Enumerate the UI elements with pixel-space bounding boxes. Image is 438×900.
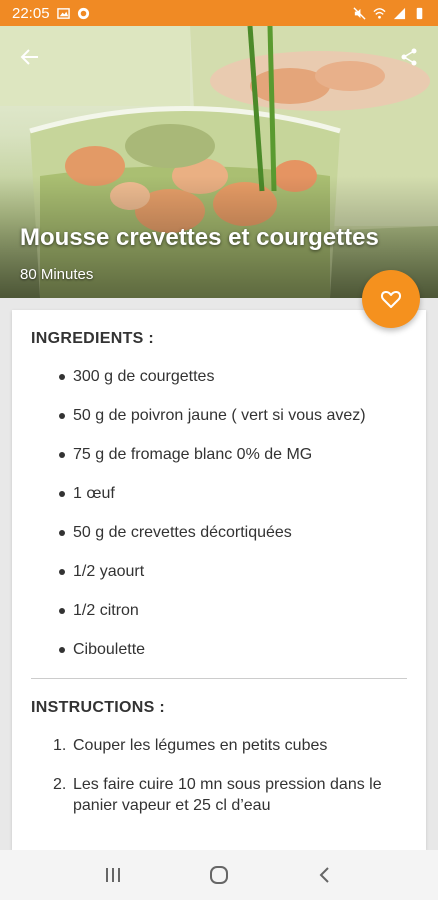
instructions-list: 1. Couper les légumes en petits cubes 2.… [31,735,407,816]
chevron-left-icon [319,867,329,883]
ingredients-list: 300 g de courgettes 50 g de poivron jaun… [31,366,407,660]
ingredient-item: 300 g de courgettes [31,366,407,387]
step-number: 2. [53,776,67,793]
recents-icon [106,868,120,882]
share-button[interactable] [392,40,426,74]
back-button[interactable] [13,40,47,74]
heart-outline-icon [380,290,402,308]
ingredient-item: 50 g de poivron jaune ( vert si vous ave… [31,405,407,426]
ingredient-item: 1 œuf [31,483,407,504]
home-icon [210,866,228,884]
status-bar: 22:05 [0,0,438,26]
ingredients-heading: INGREDIENTS : [31,330,155,347]
section-divider [31,678,407,679]
ingredient-item: 50 g de crevettes décortiquées [31,522,407,543]
arrow-back-icon [20,49,38,65]
favorite-button[interactable] [362,270,420,328]
signal-icon [393,7,406,20]
status-time: 22:05 [12,4,50,22]
app-notification-icon [77,7,90,20]
share-icon [401,48,417,66]
nav-home-button[interactable] [199,855,239,895]
nav-back-button[interactable] [305,855,345,895]
instruction-step: 1. Couper les légumes en petits cubes [31,735,407,756]
ingredient-item: Ciboulette [31,639,407,660]
mute-icon [353,6,366,20]
recipe-hero: Mousse crevettes et courgettes 80 Minute… [0,26,438,298]
step-number: 1. [53,737,67,754]
wifi-icon [373,7,386,20]
recipe-duration: 80 Minutes [20,266,94,283]
recipe-title: Mousse crevettes et courgettes [20,224,379,251]
system-nav-bar [0,850,438,900]
recipe-card: INGREDIENTS : 300 g de courgettes 50 g d… [12,310,426,850]
ingredient-item: 75 g de fromage blanc 0% de MG [31,444,407,465]
ingredient-item: 1/2 yaourt [31,561,407,582]
nav-recents-button[interactable] [93,855,133,895]
instructions-heading: INSTRUCTIONS : [31,699,165,716]
step-text: Couper les légumes en petits cubes [73,737,328,754]
instruction-step: 2. Les faire cuire 10 mn sous pression d… [31,774,407,816]
ingredient-item: 1/2 citron [31,600,407,621]
image-notification-icon [56,7,70,20]
battery-icon [413,7,426,20]
step-text: Les faire cuire 10 mn sous pression dans… [73,776,382,814]
